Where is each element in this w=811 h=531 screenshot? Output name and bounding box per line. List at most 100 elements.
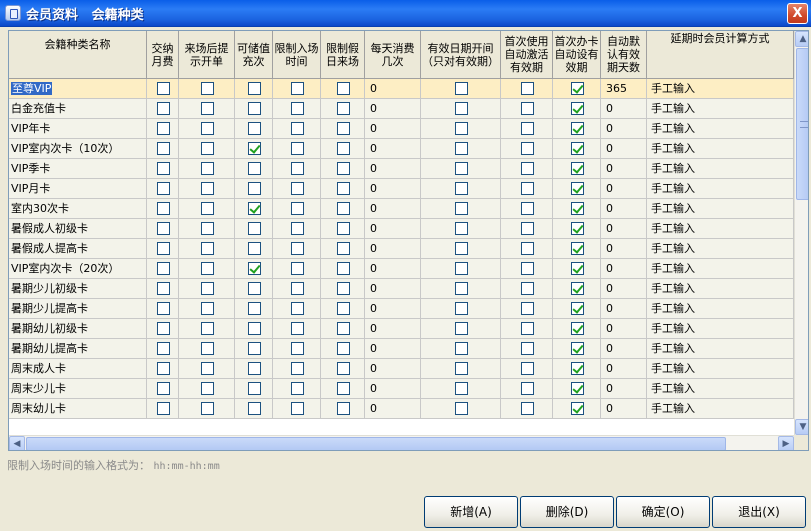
table-row[interactable]: 暑假成人提高卡 0 0 手工输入: [9, 239, 794, 259]
cell-col-entry-time[interactable]: [273, 319, 321, 338]
table-row[interactable]: VIP季卡 0 0 手工输入: [9, 159, 794, 179]
table-row[interactable]: 室内30次卡 0 0 手工输入: [9, 199, 794, 219]
cell-col-monthly-fee[interactable]: [147, 239, 179, 258]
checkbox[interactable]: [571, 162, 584, 175]
checkbox[interactable]: [571, 202, 584, 215]
cell-col-monthly-fee[interactable]: [147, 399, 179, 418]
cell-col-default-days[interactable]: 0: [601, 359, 647, 378]
checkbox[interactable]: [157, 202, 170, 215]
cell-col-holiday[interactable]: [321, 79, 365, 98]
checkbox[interactable]: [337, 302, 350, 315]
cell-col-entry-time[interactable]: [273, 99, 321, 118]
checkbox[interactable]: [337, 242, 350, 255]
scroll-down-icon[interactable]: ▼: [795, 419, 808, 435]
checkbox[interactable]: [291, 102, 304, 115]
checkbox[interactable]: [571, 402, 584, 415]
cell-col-name[interactable]: 周末成人卡: [9, 359, 147, 378]
checkbox[interactable]: [571, 142, 584, 155]
checkbox[interactable]: [521, 202, 534, 215]
cell-col-holiday[interactable]: [321, 139, 365, 158]
table-row[interactable]: 暑期幼儿初级卡 0 0 手工输入: [9, 319, 794, 339]
cell-col-auto-validity[interactable]: [553, 379, 601, 398]
checkbox[interactable]: [157, 322, 170, 335]
checkbox[interactable]: [521, 342, 534, 355]
header-col-stored-value[interactable]: 可储值充次: [235, 31, 273, 78]
cell-col-stored-value[interactable]: [235, 219, 273, 238]
header-col-entry-time[interactable]: 限制入场时间: [273, 31, 321, 78]
cell-col-holiday[interactable]: [321, 379, 365, 398]
checkbox[interactable]: [455, 222, 468, 235]
cell-col-date-range[interactable]: [421, 279, 501, 298]
table-row[interactable]: VIP室内次卡（20次） 0 0 手工输入: [9, 259, 794, 279]
checkbox[interactable]: [248, 122, 261, 135]
table-row[interactable]: 暑假成人初级卡 0 0 手工输入: [9, 219, 794, 239]
cell-col-auto-validity[interactable]: [553, 279, 601, 298]
cell-col-date-range[interactable]: [421, 339, 501, 358]
table-row[interactable]: 暑期幼儿提高卡 0 0 手工输入: [9, 339, 794, 359]
scroll-left-icon[interactable]: ◀: [9, 436, 25, 450]
checkbox[interactable]: [157, 122, 170, 135]
checkbox[interactable]: [157, 82, 170, 95]
checkbox[interactable]: [248, 162, 261, 175]
cell-col-monthly-fee[interactable]: [147, 119, 179, 138]
cell-col-name[interactable]: 暑期幼儿提高卡: [9, 339, 147, 358]
cell-col-auto-activate[interactable]: [501, 99, 553, 118]
cell-col-name[interactable]: VIP月卡: [9, 179, 147, 198]
checkbox[interactable]: [455, 262, 468, 275]
checkbox[interactable]: [455, 82, 468, 95]
header-col-default-days[interactable]: 自动默认有效期天数: [601, 31, 647, 78]
checkbox[interactable]: [455, 382, 468, 395]
cell-col-daily-times[interactable]: 0: [365, 99, 421, 118]
checkbox[interactable]: [201, 382, 214, 395]
cell-col-daily-times[interactable]: 0: [365, 179, 421, 198]
cell-col-auto-activate[interactable]: [501, 159, 553, 178]
checkbox[interactable]: [201, 282, 214, 295]
cell-col-stored-value[interactable]: [235, 259, 273, 278]
cell-col-default-days[interactable]: 365: [601, 79, 647, 98]
checkbox[interactable]: [248, 82, 261, 95]
cell-col-default-days[interactable]: 0: [601, 239, 647, 258]
cell-col-auto-validity[interactable]: [553, 139, 601, 158]
cell-col-entry-time[interactable]: [273, 259, 321, 278]
cell-col-date-range[interactable]: [421, 199, 501, 218]
cell-col-monthly-fee[interactable]: [147, 379, 179, 398]
cell-col-prompt-order[interactable]: [179, 99, 235, 118]
checkbox[interactable]: [455, 142, 468, 155]
checkbox[interactable]: [157, 302, 170, 315]
cell-col-prompt-order[interactable]: [179, 119, 235, 138]
cell-col-stored-value[interactable]: [235, 239, 273, 258]
checkbox[interactable]: [337, 222, 350, 235]
cell-col-extension-method[interactable]: 手工输入: [647, 179, 794, 198]
cell-col-auto-validity[interactable]: [553, 299, 601, 318]
checkbox[interactable]: [201, 202, 214, 215]
cell-col-monthly-fee[interactable]: [147, 139, 179, 158]
cell-col-auto-validity[interactable]: [553, 119, 601, 138]
cell-col-name[interactable]: 暑期少儿提高卡: [9, 299, 147, 318]
cell-col-holiday[interactable]: [321, 119, 365, 138]
cell-col-date-range[interactable]: [421, 179, 501, 198]
checkbox[interactable]: [571, 362, 584, 375]
checkbox[interactable]: [291, 202, 304, 215]
cell-col-entry-time[interactable]: [273, 299, 321, 318]
cell-col-daily-times[interactable]: 0: [365, 319, 421, 338]
cell-col-monthly-fee[interactable]: [147, 339, 179, 358]
cell-col-auto-activate[interactable]: [501, 319, 553, 338]
checkbox[interactable]: [291, 402, 304, 415]
cell-col-auto-activate[interactable]: [501, 379, 553, 398]
cell-col-date-range[interactable]: [421, 379, 501, 398]
checkbox[interactable]: [337, 282, 350, 295]
exit-button[interactable]: 退出(X): [712, 496, 806, 528]
checkbox[interactable]: [291, 262, 304, 275]
cell-col-prompt-order[interactable]: [179, 239, 235, 258]
checkbox[interactable]: [248, 382, 261, 395]
checkbox[interactable]: [248, 402, 261, 415]
checkbox[interactable]: [248, 222, 261, 235]
cell-col-monthly-fee[interactable]: [147, 279, 179, 298]
delete-button[interactable]: 删除(D): [520, 496, 614, 528]
checkbox[interactable]: [291, 82, 304, 95]
header-col-extension-method[interactable]: 延期时会员计算方式: [647, 31, 794, 78]
checkbox[interactable]: [201, 82, 214, 95]
checkbox[interactable]: [455, 322, 468, 335]
cell-col-default-days[interactable]: 0: [601, 159, 647, 178]
checkbox[interactable]: [248, 282, 261, 295]
